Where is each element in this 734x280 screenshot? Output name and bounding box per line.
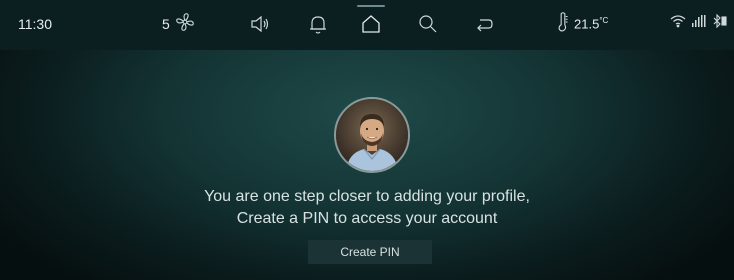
message-line-1: You are one step closer to adding your p… [204, 188, 530, 205]
create-pin-button[interactable]: Create PIN [308, 240, 432, 264]
fan-icon [174, 11, 196, 38]
signal-icon [690, 14, 708, 28]
thermometer-icon [556, 11, 570, 38]
temperature-value: 21.5°C [574, 16, 609, 32]
search-icon[interactable] [416, 12, 440, 36]
screen: 11:30 5 21.5°C You are one step closer t… [0, 0, 734, 280]
home-icon[interactable] [359, 12, 383, 36]
connectivity-icons [670, 14, 728, 28]
volume-icon[interactable] [248, 12, 272, 36]
bluetooth-icon [712, 14, 728, 28]
avatar [334, 97, 410, 173]
fan-speed-value: 5 [162, 16, 170, 32]
drag-handle[interactable] [357, 5, 385, 7]
wifi-icon [670, 14, 686, 28]
message-line-2: Create a PIN to access your account [236, 210, 498, 227]
bell-icon[interactable] [306, 12, 330, 36]
fan-control[interactable]: 5 [162, 12, 196, 36]
status-bar: 11:30 5 21.5°C [0, 0, 734, 50]
clock: 11:30 [18, 16, 52, 32]
temperature-control[interactable]: 21.5°C [556, 11, 609, 38]
return-icon[interactable] [472, 12, 496, 36]
